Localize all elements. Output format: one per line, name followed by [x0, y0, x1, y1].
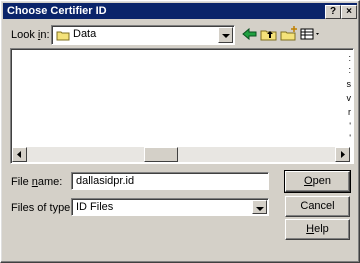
list-item: r	[348, 107, 351, 117]
files-of-type-combo[interactable]: ID Files	[71, 198, 269, 216]
file-list[interactable]: : : s v r ' '	[10, 48, 354, 164]
cancel-button[interactable]: Cancel	[285, 196, 350, 217]
look-in-combo[interactable]: Data	[51, 25, 235, 45]
horizontal-scrollbar[interactable]	[12, 147, 350, 162]
title-bar[interactable]: Choose Certifier ID ? ×	[3, 3, 357, 19]
chevron-left-icon	[17, 151, 21, 158]
help-button[interactable]: Help	[285, 219, 350, 240]
up-folder-icon[interactable]	[259, 25, 279, 43]
files-of-type-label: Files of type:	[11, 202, 74, 214]
list-item: s	[346, 79, 352, 89]
help-title-button[interactable]: ?	[325, 5, 341, 19]
back-arrow-icon[interactable]	[239, 25, 259, 43]
scroll-right-button[interactable]	[335, 147, 350, 162]
dialog-title: Choose Certifier ID	[7, 5, 107, 17]
file-name-label: File name:	[11, 176, 63, 188]
look-in-label: Look in:	[11, 29, 50, 41]
look-in-value: Data	[73, 28, 97, 40]
view-menu-icon[interactable]	[299, 25, 323, 43]
look-in-dropdown-button[interactable]	[218, 27, 233, 43]
files-of-type-value: ID Files	[76, 201, 114, 213]
scroll-thumb[interactable]	[144, 147, 178, 162]
file-name-input[interactable]: dallasidpr.id	[71, 172, 269, 190]
choose-certifier-dialog: Choose Certifier ID ? × Look in: Data : …	[0, 0, 360, 263]
list-item: :	[348, 65, 351, 75]
chevron-right-icon	[341, 151, 345, 158]
list-item: '	[349, 133, 351, 143]
list-item: '	[349, 121, 351, 131]
scroll-left-button[interactable]	[12, 147, 27, 162]
new-folder-icon[interactable]	[279, 25, 299, 43]
close-button[interactable]: ×	[341, 5, 357, 19]
open-button[interactable]: Open	[284, 170, 351, 193]
list-item: v	[346, 93, 352, 103]
folder-icon	[56, 29, 70, 44]
files-of-type-dropdown-button[interactable]	[252, 200, 267, 214]
list-item: :	[348, 53, 351, 63]
file-name-value: dallasidpr.id	[76, 175, 135, 187]
